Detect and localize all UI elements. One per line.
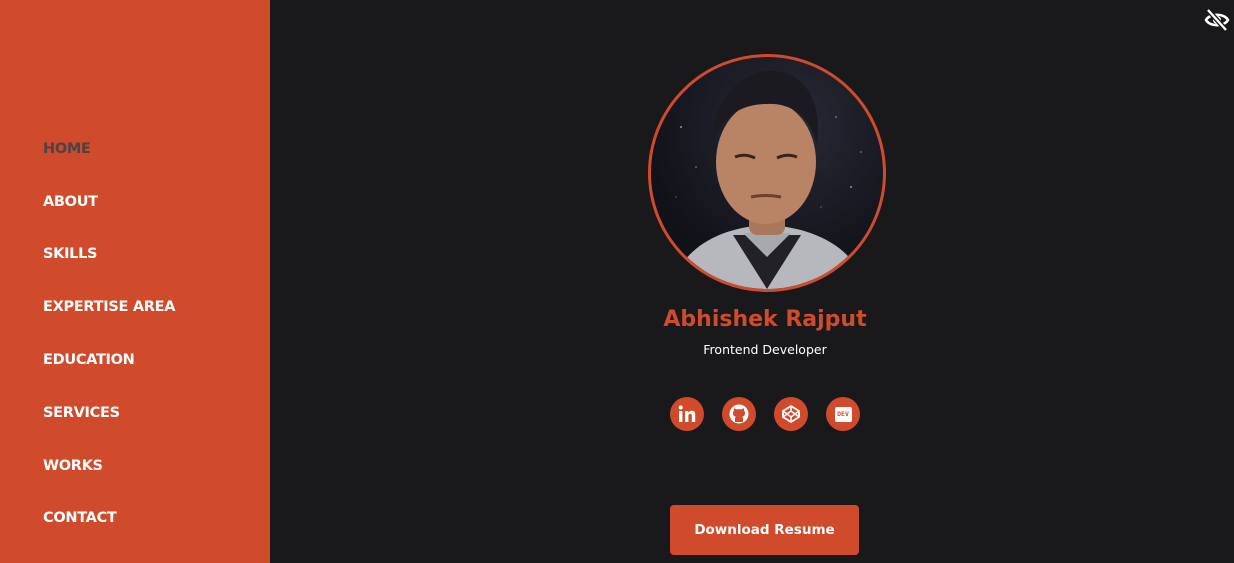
sidebar: HOME ABOUT SKILLS EXPERTISE AREA EDUCATI… <box>0 0 270 563</box>
github-icon[interactable] <box>722 397 756 431</box>
profile-role: Frontend Developer <box>703 342 827 357</box>
profile-photo <box>648 54 886 292</box>
eye-slash-icon[interactable] <box>1204 7 1230 33</box>
codepen-icon[interactable] <box>774 397 808 431</box>
nav-item-home[interactable]: HOME <box>43 140 91 158</box>
profile-name: Abhishek Rajput <box>663 307 867 332</box>
download-resume-button[interactable]: Download Resume <box>670 505 859 555</box>
nav-item-expertise-area[interactable]: EXPERTISE AREA <box>43 298 175 316</box>
nav-item-about[interactable]: ABOUT <box>43 193 98 211</box>
dev-icon[interactable]: DEV <box>826 397 860 431</box>
dev-icon-label: DEV <box>834 406 852 422</box>
main-content: Abhishek Rajput Frontend Developer DEV D… <box>270 0 1234 563</box>
nav-item-education[interactable]: EDUCATION <box>43 351 135 369</box>
nav-item-skills[interactable]: SKILLS <box>43 245 98 263</box>
linkedin-icon[interactable] <box>670 397 704 431</box>
nav-item-works[interactable]: WORKS <box>43 457 103 475</box>
nav-item-services[interactable]: SERVICES <box>43 404 120 422</box>
nav-item-contact[interactable]: CONTACT <box>43 509 117 527</box>
